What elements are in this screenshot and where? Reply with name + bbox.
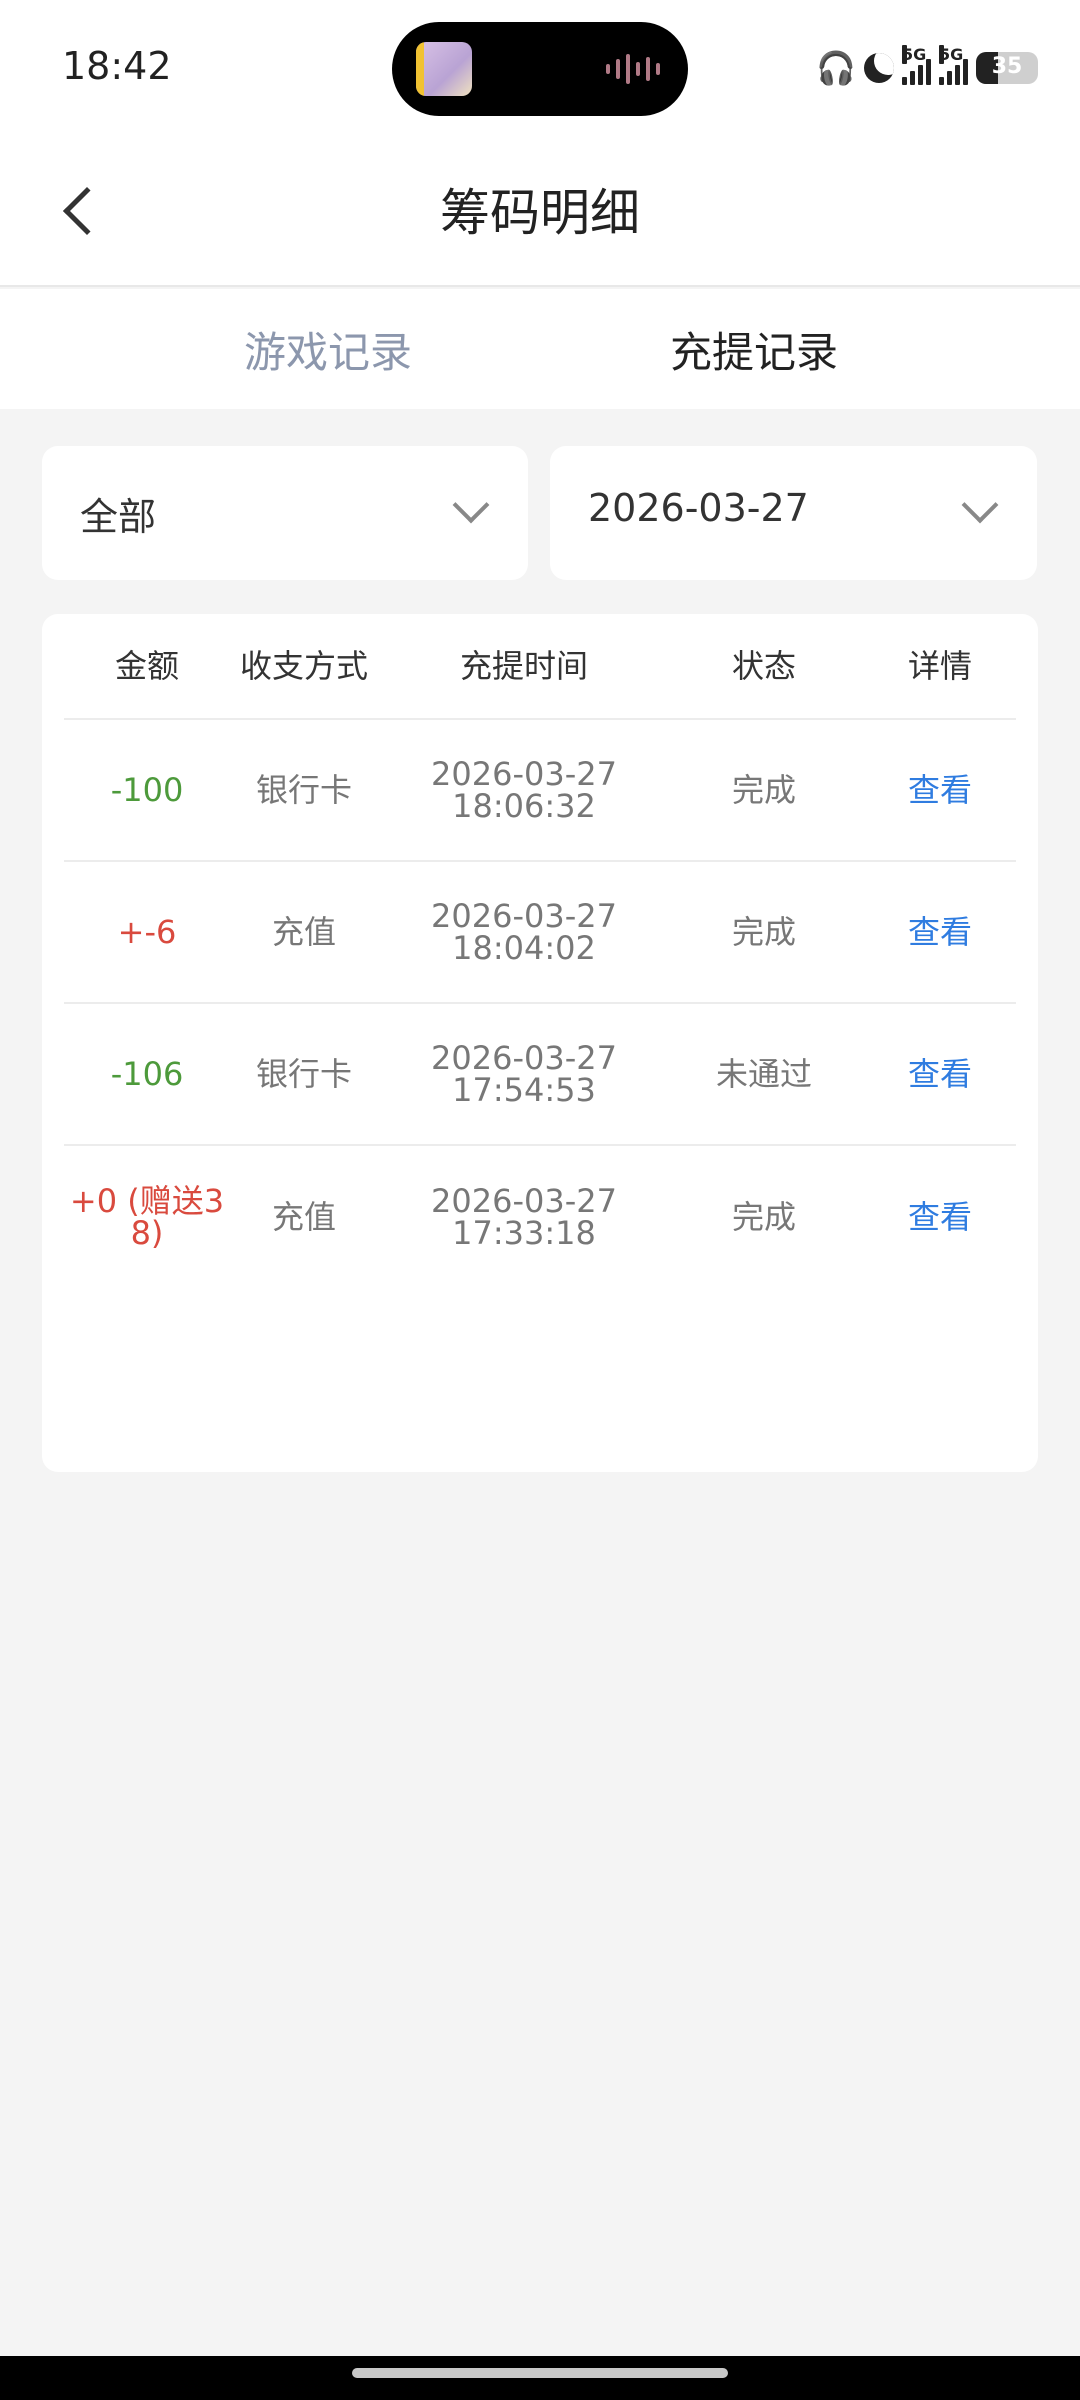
island-app-icon xyxy=(416,42,472,96)
tab-bar: 游戏记录 充提记录 xyxy=(0,289,1080,409)
status-time: 18:42 xyxy=(62,44,172,88)
time-cell: 2026-03-27 18:04:02 xyxy=(394,862,654,1002)
time-cell-date: 2026-03-27 xyxy=(431,755,617,793)
column-header-status: 状态 xyxy=(731,647,796,685)
method-cell: 充值 xyxy=(271,913,336,951)
time-cell-date: 2026-03-27 xyxy=(431,1039,617,1077)
time-cell: 2026-03-27 18:06:32 xyxy=(394,720,654,860)
view-detail-link[interactable]: 查看 xyxy=(864,1146,1016,1288)
app-header: 筹码明细 xyxy=(0,135,1080,287)
column-header-amount: 金额 xyxy=(114,647,179,685)
time-cell-clock: 17:54:53 xyxy=(452,1071,596,1109)
type-filter-dropdown[interactable]: 全部 xyxy=(42,446,528,580)
signal-icon: 5G xyxy=(902,45,931,85)
status-cell: 完成 xyxy=(731,913,796,951)
amount-cell: -100 xyxy=(110,771,184,809)
time-cell: 2026-03-27 17:33:18 xyxy=(394,1146,654,1288)
view-detail-link[interactable]: 查看 xyxy=(864,862,1016,1002)
page: 18:42 🎧 5G 5G 35 筹码明细 游戏记录 充提记录 全部 2026-… xyxy=(0,0,1080,2400)
time-cell-clock: 18:06:32 xyxy=(452,787,596,825)
table-row: -100 银行卡 2026-03-27 18:06:32 完成 查看 xyxy=(64,720,1016,862)
status-cell: 未通过 xyxy=(715,1055,812,1093)
time-cell-clock: 18:04:02 xyxy=(452,929,596,967)
status-bar: 18:42 🎧 5G 5G 35 xyxy=(0,0,1080,135)
page-title: 筹码明细 xyxy=(440,184,640,242)
time-cell-date: 2026-03-27 xyxy=(431,1182,617,1220)
amount-line: 8) xyxy=(130,1214,164,1252)
method-cell: 银行卡 xyxy=(255,771,352,809)
status-cell: 完成 xyxy=(731,1198,796,1236)
chevron-down-icon xyxy=(452,486,490,524)
method-cell: 充值 xyxy=(271,1198,336,1236)
amount-cell: -106 xyxy=(110,1055,184,1093)
moon-icon xyxy=(864,53,894,83)
view-detail-link[interactable]: 查看 xyxy=(864,1004,1016,1144)
amount-line: +0 (赠送3 xyxy=(69,1182,225,1220)
time-cell: 2026-03-27 17:54:53 xyxy=(394,1004,654,1144)
column-header-time: 充提时间 xyxy=(459,647,588,685)
battery-icon: 35 xyxy=(976,52,1038,84)
view-detail-link[interactable]: 查看 xyxy=(864,720,1016,860)
column-header-method: 收支方式 xyxy=(239,647,368,685)
signal-icon: 5G xyxy=(939,45,968,85)
status-icons: 🎧 5G 5G 35 xyxy=(816,45,1038,90)
table-row: +-6 充值 2026-03-27 18:04:02 完成 查看 xyxy=(64,862,1016,1004)
time-cell-clock: 17:33:18 xyxy=(452,1214,596,1252)
dynamic-island[interactable] xyxy=(392,22,688,116)
earbuds-icon: 🎧 xyxy=(816,49,856,87)
type-filter-value: 全部 xyxy=(80,495,157,539)
status-cell: 完成 xyxy=(731,771,796,809)
home-indicator[interactable] xyxy=(352,2368,728,2378)
amount-cell: +-6 xyxy=(117,913,177,951)
date-filter-value: 2026-03-27 xyxy=(588,486,809,530)
audio-wave-icon xyxy=(606,52,660,86)
column-header-detail: 详情 xyxy=(907,647,972,685)
chevron-down-icon xyxy=(961,486,999,524)
date-filter-dropdown[interactable]: 2026-03-27 xyxy=(550,446,1037,580)
table-row: +0 (赠送3 8) 充值 2026-03-27 17:33:18 完成 查看 xyxy=(64,1146,1016,1288)
tab-game-records[interactable]: 游戏记录 xyxy=(244,319,412,380)
system-nav-bar xyxy=(0,2356,1080,2400)
table-row: -106 银行卡 2026-03-27 17:54:53 未通过 查看 xyxy=(64,1004,1016,1146)
time-cell-date: 2026-03-27 xyxy=(431,897,617,935)
method-cell: 银行卡 xyxy=(255,1055,352,1093)
tab-recharge-records[interactable]: 充提记录 xyxy=(670,319,838,380)
amount-cell: +0 (赠送3 8) xyxy=(64,1146,230,1288)
table-header: 金额 收支方式 充提时间 状态 详情 xyxy=(64,614,1016,720)
records-table: 金额 收支方式 充提时间 状态 详情 -100 银行卡 2026-03-27 18… xyxy=(42,614,1038,1472)
